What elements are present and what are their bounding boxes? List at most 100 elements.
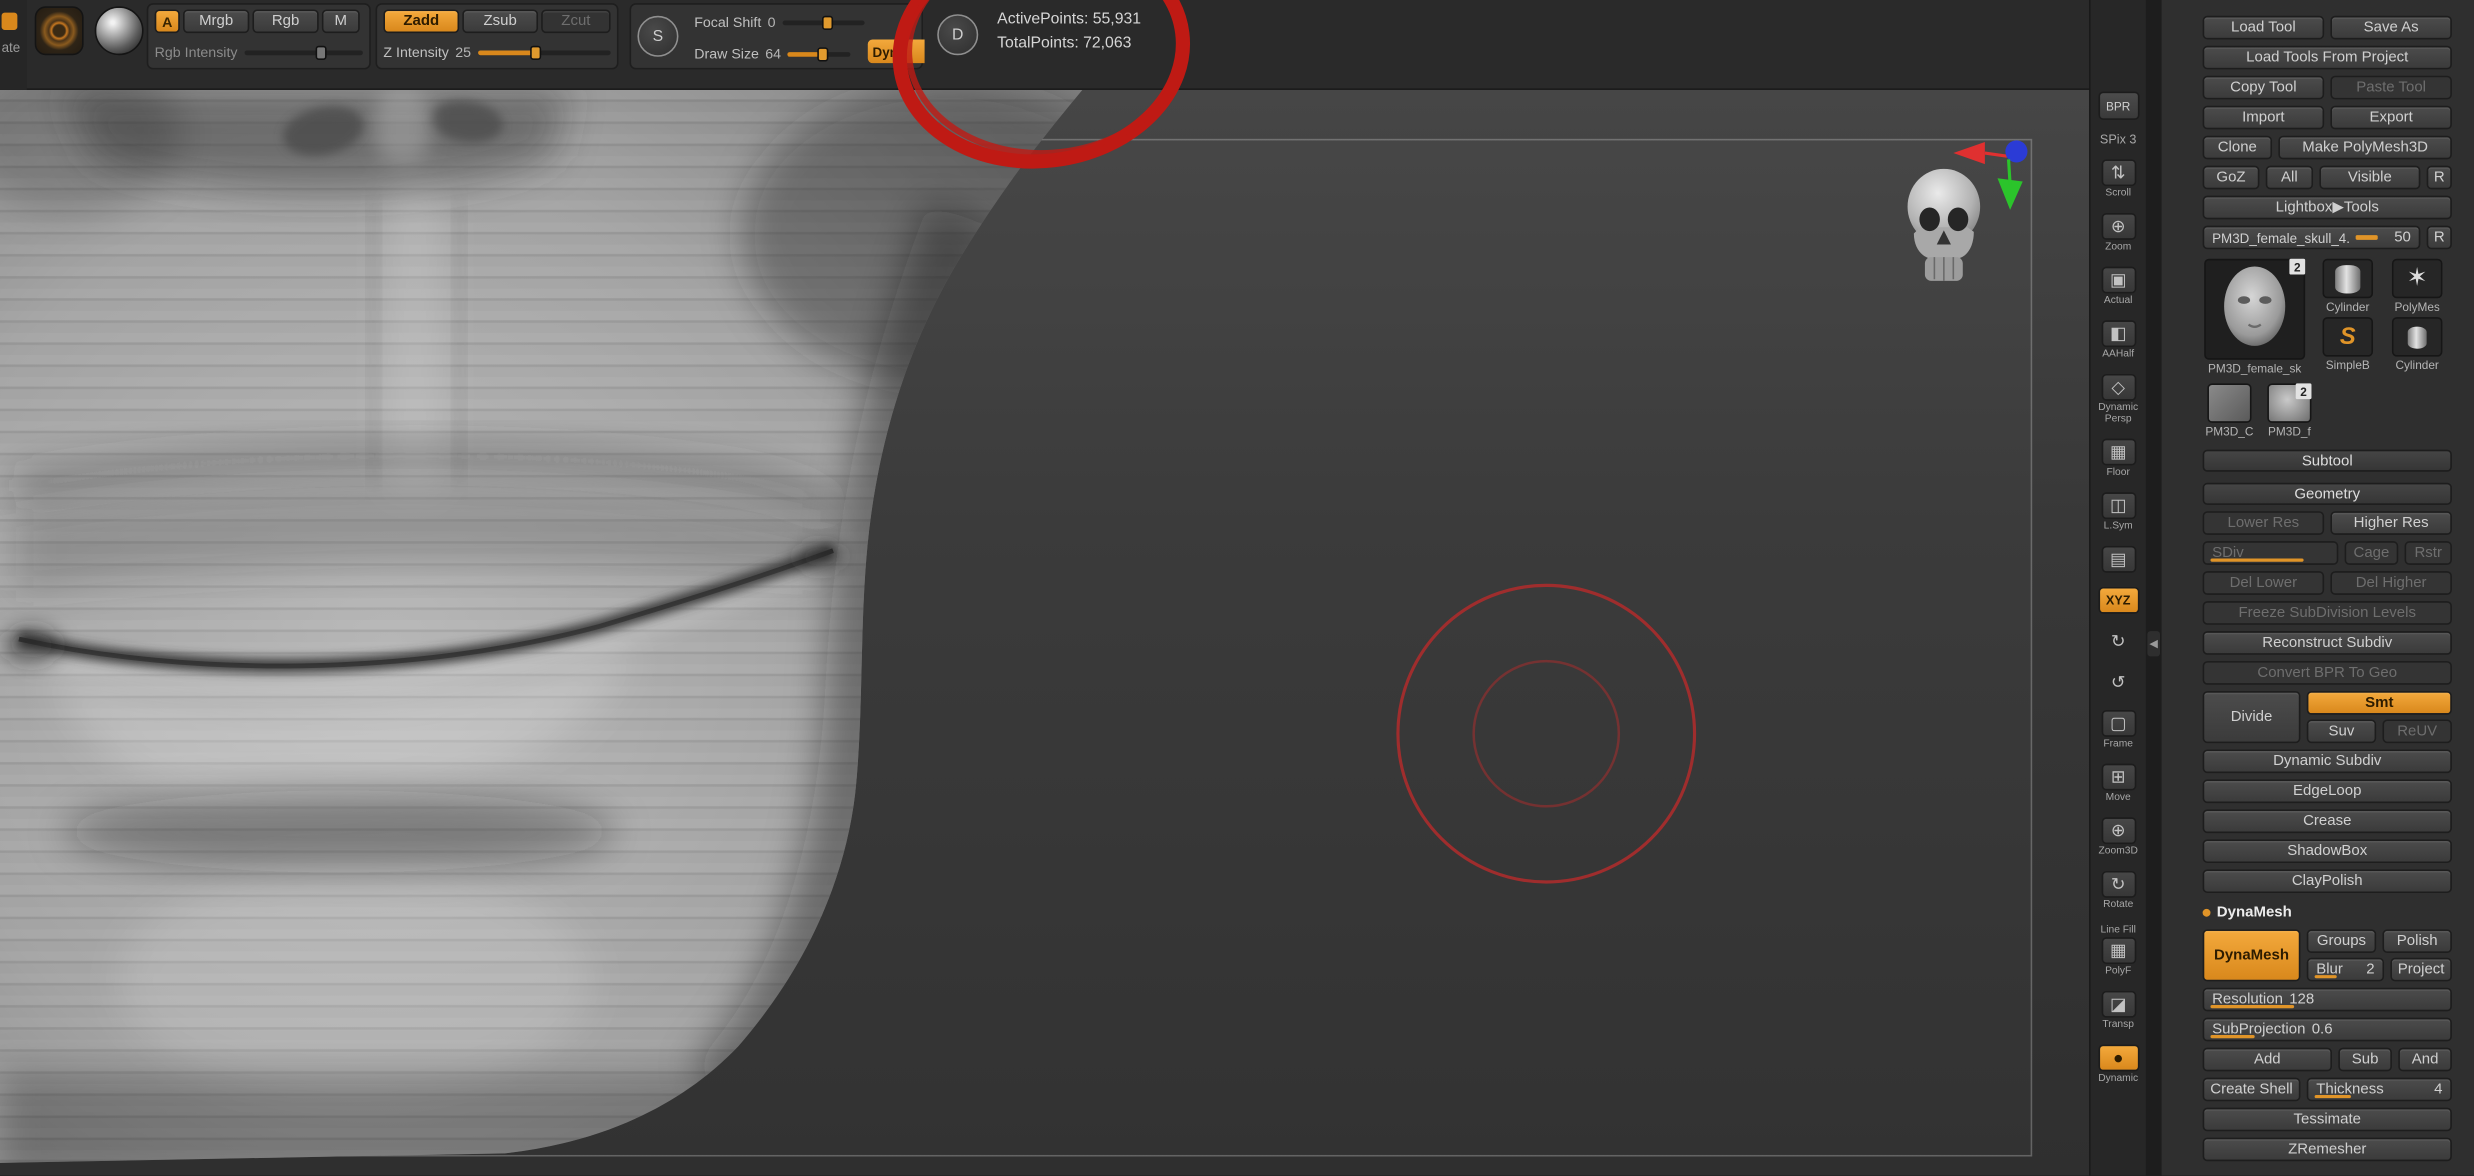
polish-toggle[interactable]: Polish	[2382, 929, 2452, 953]
cage-button[interactable]: Cage	[2344, 541, 2399, 565]
zremesher-button[interactable]: ZRemesher	[2202, 1137, 2452, 1162]
rstr-button[interactable]: Rstr	[2404, 541, 2452, 565]
tool-thumb-simplebrush[interactable]: S SimpleB	[2316, 317, 2379, 372]
subtool-section-header[interactable]: Subtool	[2202, 449, 2452, 472]
local-pivot-button[interactable]: ▤	[2100, 545, 2136, 573]
reconstruct-subdiv-button[interactable]: Reconstruct Subdiv	[2202, 631, 2452, 655]
actual-button[interactable]: ▣ Actual	[2100, 266, 2136, 306]
add-toggle[interactable]: Add	[2202, 1047, 2332, 1072]
make-polymesh3d-button[interactable]: Make PolyMesh3D	[2278, 135, 2452, 160]
clone-button[interactable]: Clone	[2202, 135, 2273, 160]
suv-toggle[interactable]: Suv	[2306, 719, 2377, 744]
export-button[interactable]: Export	[2330, 105, 2452, 130]
tray-collapse-handle[interactable]: ◀	[2147, 631, 2161, 657]
goz-all-button[interactable]: All	[2265, 165, 2314, 190]
crease-button[interactable]: Crease	[2202, 809, 2452, 834]
paste-tool-button[interactable]: Paste Tool	[2330, 75, 2452, 100]
higher-res-button[interactable]: Higher Res	[2330, 511, 2452, 535]
sculpt-group: Zadd Zsub Zcut Z Intensity 25	[375, 3, 619, 70]
dynamic-subdiv-button[interactable]: Dynamic Subdiv	[2202, 749, 2452, 774]
tool-thumb-cylinder2[interactable]: Cylinder	[2386, 317, 2449, 372]
zcut-toggle[interactable]: Zcut	[541, 9, 611, 34]
tool-thumb-cylinder[interactable]: Cylinder	[2316, 258, 2379, 314]
polyframe-button[interactable]: Line Fill ▦ PolyF	[2101, 925, 2136, 977]
zsub-toggle[interactable]: Zsub	[462, 9, 539, 34]
rotate-button[interactable]: ↻ Rotate	[2100, 870, 2136, 910]
tool-thumb-polymesh-star[interactable]: ✶ PolyMes	[2386, 258, 2449, 314]
convert-bpr-button[interactable]: Convert BPR To Geo	[2202, 661, 2452, 685]
thickness-slider[interactable]: Thickness 4	[2306, 1077, 2452, 1102]
spix-slider[interactable]: SPix 3	[2100, 133, 2137, 146]
edgeloop-button[interactable]: EdgeLoop	[2202, 779, 2452, 804]
mrgb-toggle[interactable]: Mrgb	[183, 9, 250, 34]
load-tool-button[interactable]: Load Tool	[2202, 15, 2325, 40]
tool-r-button[interactable]: R	[2426, 225, 2452, 250]
dynamesh-subsection-header[interactable]: DynaMesh	[2202, 903, 2452, 924]
save-as-button[interactable]: Save As	[2330, 15, 2452, 40]
goz-button[interactable]: GoZ	[2202, 165, 2260, 190]
local-symmetry-icon: ◫	[2100, 492, 2136, 520]
lightbox-tools-button[interactable]: Lightbox▶Tools	[2202, 195, 2452, 220]
project-toggle[interactable]: Project	[2390, 957, 2452, 982]
blur-slider[interactable]: Blur 2	[2306, 957, 2385, 982]
floor-button[interactable]: ▦ Floor	[2100, 438, 2136, 478]
zoom-button[interactable]: ⊕ Zoom	[2100, 213, 2136, 252]
del-lower-button[interactable]: Del Lower	[2202, 571, 2325, 595]
m-toggle[interactable]: M	[321, 9, 360, 34]
active-tool-slider[interactable]: PM3D_female_skull_4. 50	[2202, 225, 2421, 250]
z-intensity-slider[interactable]: Z Intensity 25	[383, 39, 611, 64]
dynamesh-button[interactable]: DynaMesh	[2202, 929, 2301, 982]
geometry-section-header[interactable]: Geometry	[2202, 482, 2452, 505]
smt-toggle[interactable]: Smt	[2306, 691, 2452, 715]
aahalf-button[interactable]: ◧ AAHalf	[2100, 320, 2136, 360]
copy-tool-button[interactable]: Copy Tool	[2202, 75, 2325, 100]
freeze-subdivision-button[interactable]: Freeze SubDivision Levels	[2202, 601, 2452, 625]
color-swatch[interactable]: A	[154, 9, 180, 34]
reuv-button[interactable]: ReUV	[2382, 719, 2452, 744]
scroll-button[interactable]: ⇅ Scroll	[2100, 159, 2136, 199]
lower-res-button[interactable]: Lower Res	[2202, 511, 2325, 535]
tool-thumb-pm3d-c[interactable]: PM3D_C	[2203, 383, 2257, 439]
move-button[interactable]: ⊞ Move	[2100, 763, 2136, 803]
and-toggle[interactable]: And	[2398, 1047, 2452, 1072]
goz-r-button[interactable]: R	[2426, 165, 2452, 190]
transp-button[interactable]: ◪ Transp	[2100, 990, 2136, 1030]
load-tools-from-project-button[interactable]: Load Tools From Project	[2202, 45, 2452, 70]
subprojection-slider[interactable]: SubProjection 0.6	[2202, 1017, 2452, 1042]
spin-cw-button[interactable]: ↻	[2101, 628, 2136, 655]
shadowbox-button[interactable]: ShadowBox	[2202, 839, 2452, 864]
rgb-toggle[interactable]: Rgb	[252, 9, 319, 34]
goz-visible-button[interactable]: Visible	[2319, 165, 2421, 190]
resolution-slider[interactable]: Resolution 128	[2202, 987, 2452, 1012]
local-symmetry-button[interactable]: ◫ L.Sym	[2100, 492, 2136, 532]
groups-toggle[interactable]: Groups	[2306, 929, 2377, 953]
del-higher-button[interactable]: Del Higher	[2330, 571, 2452, 595]
viewport[interactable]	[0, 89, 2090, 1176]
scroll-icon: ⇅	[2100, 159, 2136, 187]
active-tool-thumbnail[interactable]: 2	[2204, 258, 2306, 360]
create-shell-button[interactable]: Create Shell	[2202, 1077, 2301, 1102]
tessimate-button[interactable]: Tessimate	[2202, 1107, 2452, 1132]
rgb-intensity-slider[interactable]: Rgb Intensity	[155, 39, 363, 64]
bpr-button[interactable]: BPR	[2097, 91, 2139, 120]
current-brush-thumbnail[interactable]	[34, 6, 84, 56]
import-button[interactable]: Import	[2202, 105, 2325, 130]
sculpt-mesh[interactable]	[0, 89, 1104, 1176]
frame-button[interactable]: ▢ Frame	[2100, 710, 2136, 749]
solo-button[interactable]: ● Dynamic	[2097, 1044, 2139, 1084]
sdiv-slider[interactable]: SDiv	[2202, 541, 2339, 565]
zadd-toggle[interactable]: Zadd	[383, 9, 460, 34]
stroke-icon[interactable]: S	[637, 15, 679, 57]
xyz-axis-button[interactable]: XYZ	[2097, 586, 2139, 614]
dynamic-chip[interactable]: Dyna	[867, 39, 925, 64]
claypolish-button[interactable]: ClayPolish	[2202, 869, 2452, 894]
focal-shift-slider[interactable]: Focal Shift 0	[694, 9, 915, 34]
tool-thumb-pm3d-f[interactable]: 2 PM3D_f	[2263, 383, 2317, 439]
divide-button[interactable]: Divide	[2202, 691, 2301, 744]
current-material-thumbnail[interactable]	[94, 6, 144, 56]
sub-toggle[interactable]: Sub	[2338, 1047, 2392, 1072]
zoom3d-button[interactable]: ⊕ Zoom3D	[2099, 817, 2138, 857]
spin-ccw-button[interactable]: ↺	[2101, 669, 2136, 696]
zbrush-window: ate A Mrgb Rgb M Rgb Intensity Zadd Zsub…	[0, 0, 2474, 1176]
persp-button[interactable]: ◇ Dynamic Persp	[2091, 373, 2145, 424]
